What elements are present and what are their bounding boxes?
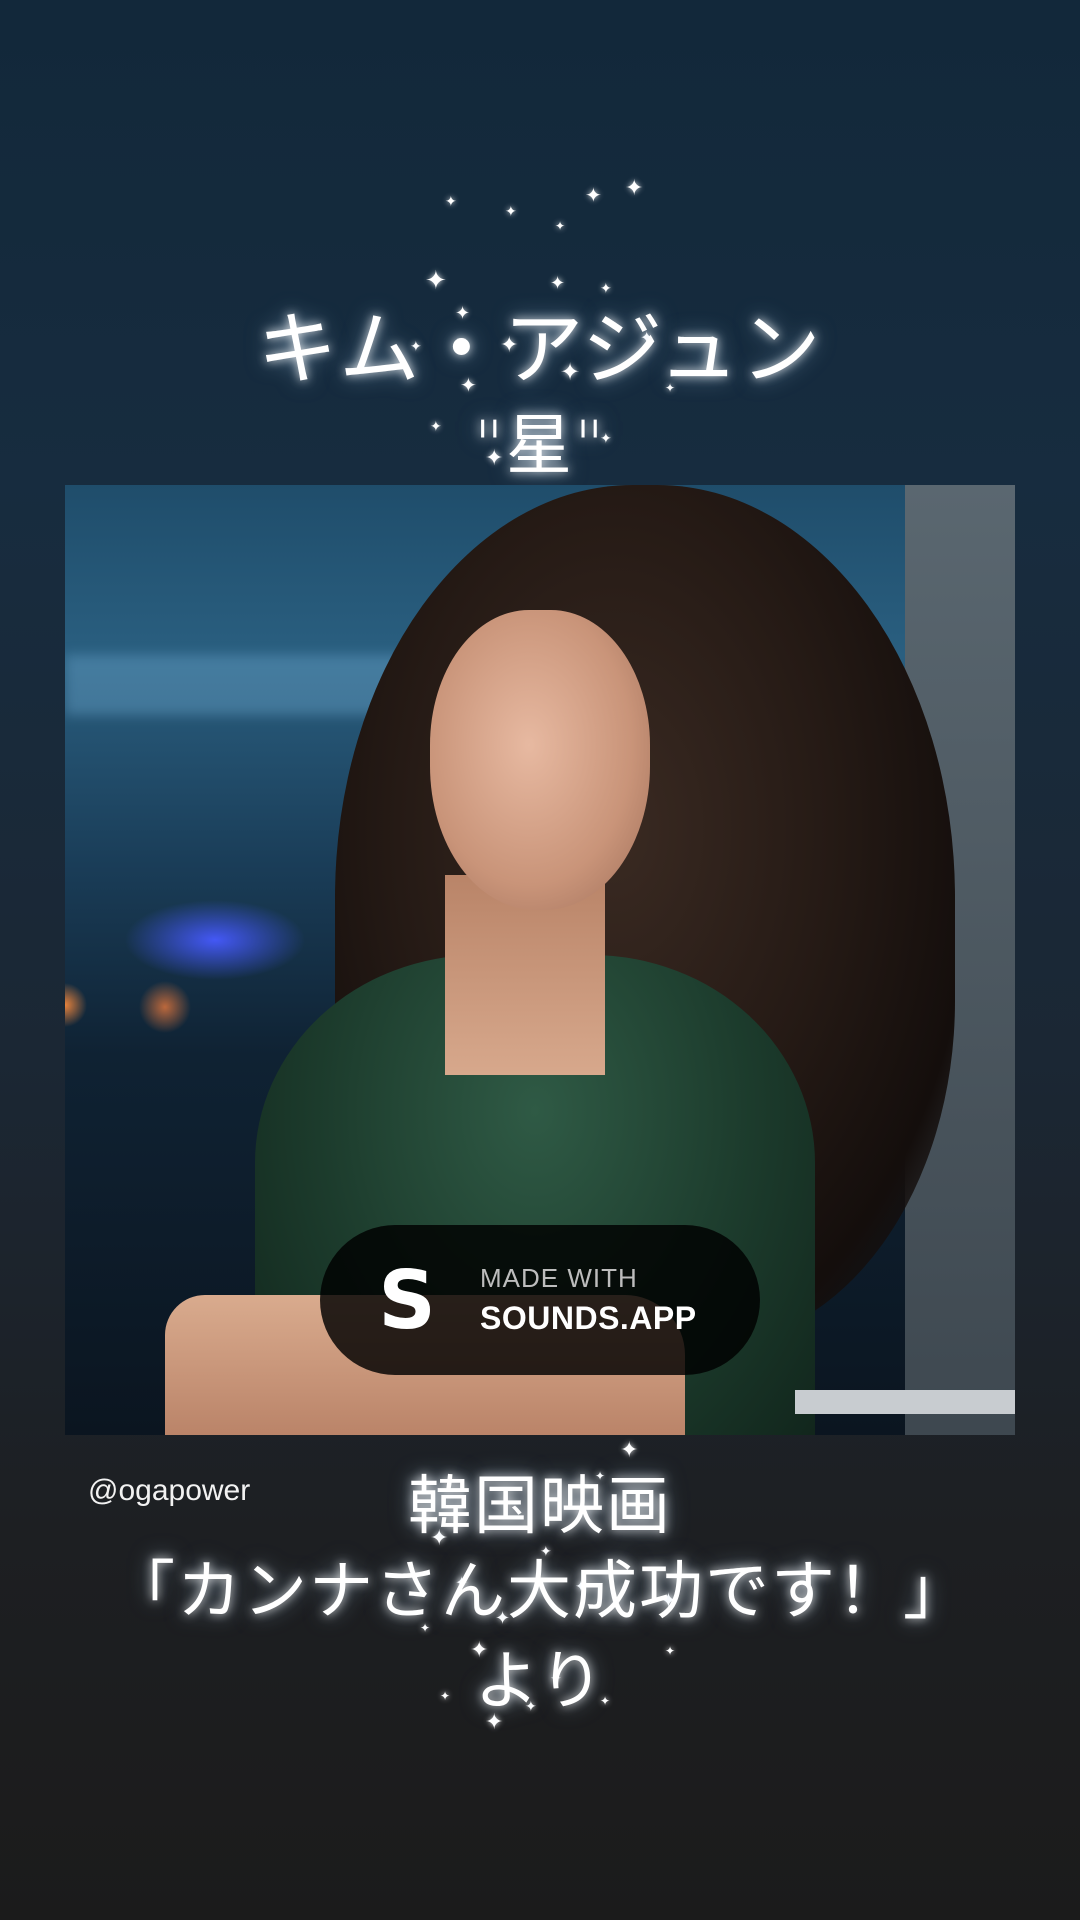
badge-app-name: SOUNDS.APP (480, 1300, 697, 1336)
sounds-logo-icon: S (378, 1253, 436, 1347)
made-with-sounds-badge[interactable]: S MADE WITH SOUNDS.APP (320, 1225, 760, 1375)
sparkle-icon: ✦ (625, 176, 644, 201)
caption-line-1: 韓国映画 (408, 1470, 672, 1544)
sparkle-icon: ✦ (505, 204, 517, 220)
badge-made-with-label: MADE WITH (480, 1263, 638, 1293)
sparkle-icon: ✦ (445, 194, 457, 210)
caption-line-2: 「カンナさん大成功です！」 (111, 1555, 969, 1629)
sparkle-icon: ✦ (585, 183, 602, 207)
story-subtitle: "星" (473, 407, 607, 484)
caption-line-3: より (474, 1645, 606, 1719)
story-title: キム・アジュン (257, 303, 823, 396)
sparkle-icon: ✦ (555, 219, 566, 233)
